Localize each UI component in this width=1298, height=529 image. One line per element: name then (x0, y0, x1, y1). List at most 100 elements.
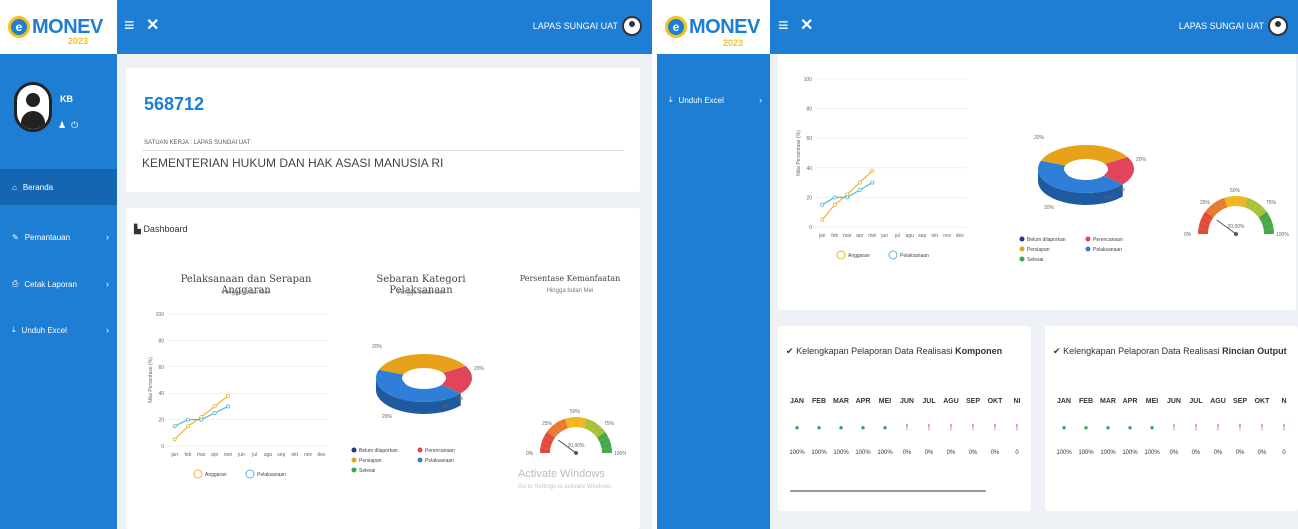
user-menu[interactable]: LAPAS SUNGAI UAT (1179, 16, 1288, 36)
home-icon: ⌂ (12, 182, 17, 192)
exclamation-icon: ! (1194, 422, 1198, 432)
legend-marker (1019, 256, 1025, 262)
percent-cell: 0% (1191, 450, 1201, 456)
legend-label: Belum dilaporkan (359, 448, 398, 454)
print-icon: ⎙ (12, 279, 19, 288)
check-circle-icon: ● (1127, 422, 1133, 432)
data-point (870, 168, 875, 173)
x-tick-label: okt (291, 452, 298, 458)
month-header: JUL (922, 397, 936, 405)
x-tick-label: apr (211, 452, 219, 458)
table-row: 100% 100% 100% 100% 100% 0% 0% 0% 0% 0% 0 (786, 440, 1028, 466)
legend-label: Persiapan (359, 458, 382, 464)
legend-label: Selesai (1027, 257, 1043, 263)
legend-label: Anggaran (848, 253, 870, 259)
profile-avatar-icon (14, 82, 52, 132)
sidebar-item-unduh-excel[interactable]: ⤓ Unduh Excel › (657, 82, 770, 118)
percent-cell: 0% (968, 450, 978, 456)
exclamation-icon: ! (905, 422, 909, 432)
sidebar-item-label: Unduh Excel (678, 95, 724, 105)
check-circle-icon: ✔ (1053, 346, 1061, 356)
status-cell: ● (1097, 423, 1119, 432)
x-tick-label: agu (264, 452, 273, 458)
hamburger-icon[interactable]: ≡ (124, 15, 135, 36)
table-row: JAN FEB MAR APR MEI JUN JUL AGU SEP OKT N (1053, 388, 1295, 414)
donut-chart: 20% 20% 20% 0% 0% Belum dilaporkan Perencanaan… (351, 344, 485, 474)
x-tick-label: jul (251, 452, 257, 458)
chevron-right-icon: › (106, 279, 109, 289)
legend-marker (1019, 236, 1025, 242)
komponen-table: JAN FEB MAR APR MEI JUN JUL AGU SEP OKT NI ● ● ● ● ●!!!… (786, 388, 1028, 466)
y-tick-label: 0 (161, 444, 164, 450)
dashboard-title: ▙ Dashboard (134, 224, 188, 234)
data-point (212, 404, 217, 409)
x-tick-label: des (317, 452, 326, 458)
percent-cell: 100% (1122, 450, 1138, 456)
x-tick-label: jan (818, 233, 826, 239)
logo-e-icon: e (665, 16, 687, 38)
gauge-pivot (1234, 232, 1238, 236)
horizontal-scrollbar[interactable] (790, 490, 986, 492)
profile-panel: KB ♟ ⏻ (0, 54, 117, 162)
x-tick-label: mar (197, 452, 206, 458)
month-header: FEB (812, 397, 826, 405)
exclamation-icon: ! (1260, 422, 1264, 432)
right-screenshot: e MONEV 2023 ≡ ✕ LAPAS SUNGAI UAT ⤓ Undu… (657, 0, 1298, 529)
exclamation-icon: ! (1238, 422, 1242, 432)
month-header: OKT (987, 397, 1003, 405)
month-header: MAR (833, 397, 849, 405)
percent-cell: 0% (946, 450, 956, 456)
slice-label: 20% (1136, 157, 1147, 163)
x-icon[interactable]: ✕ (800, 15, 813, 35)
x-tick-label: agu (906, 233, 915, 239)
month-header: MEI (1145, 397, 1159, 405)
user-icon[interactable]: ♟ (58, 120, 66, 130)
month-header: APR (855, 397, 871, 405)
line-chart: 0 20 40 60 80 100 jan feb mar apr mei jun jul agu sep o… (148, 312, 328, 479)
month-header: FEB (1079, 397, 1093, 405)
percent-cell: 0% (924, 450, 934, 456)
x-icon[interactable]: ✕ (146, 15, 159, 35)
data-point (226, 393, 231, 398)
power-icon[interactable]: ⏻ (71, 120, 78, 130)
x-tick-label: mei (868, 233, 876, 239)
status-cell: ! (984, 423, 1006, 432)
brand-year: 2023 (723, 38, 744, 48)
hamburger-icon[interactable]: ≡ (778, 15, 789, 36)
x-tick-label: mar (843, 233, 852, 239)
legend-label: Perencanaan (425, 448, 455, 454)
brand-logo[interactable]: e MONEV 2023 (0, 0, 117, 54)
percent-cell: 100% (1056, 450, 1072, 456)
legend-marker (836, 250, 846, 260)
status-cell: ● (1075, 423, 1097, 432)
month-header: AGU (943, 397, 959, 405)
satker-code: 568712 (144, 94, 205, 114)
legend-marker (351, 457, 357, 463)
user-menu[interactable]: LAPAS SUNGAI UAT (533, 16, 642, 36)
x-tick-label: nov (304, 452, 313, 458)
status-cell: ! (1185, 423, 1207, 432)
sidebar-item-beranda[interactable]: ⌂ Beranda (0, 169, 117, 205)
sidebar-item-cetak-laporan[interactable]: ⎙ Cetak Laporan › (0, 266, 117, 302)
x-tick-label: jan (170, 452, 178, 458)
data-point (820, 202, 825, 207)
top-navbar: e MONEV 2023 ≡ ✕ LAPAS SUNGAI UAT (657, 0, 1298, 54)
gauge-tick-label: 0% (1184, 232, 1192, 238)
y-tick-label: 60 (806, 136, 812, 142)
satker-info-card: 568712 SATUAN KERJA : LAPAS SUNGAI UAT K… (126, 68, 640, 192)
gauge-chart-subtitle: Hingga bulan Mei (546, 288, 594, 294)
gauge-tick-label: 50% (570, 409, 581, 415)
gauge-tick-label: 25% (542, 421, 553, 427)
sidebar-item-unduh-excel[interactable]: ⤓ Unduh Excel › (0, 312, 117, 348)
gauge-tick-label: 100% (1276, 232, 1289, 238)
brand-name: MONEV (32, 16, 103, 38)
status-cell: ● (1053, 423, 1075, 432)
percent-cell: 100% (855, 450, 871, 456)
sidebar-item-pemantauan[interactable]: ✎ Pemantauan › (0, 219, 117, 255)
data-point (199, 417, 204, 422)
dashboard-card: 0 20 40 60 80 100 jan feb mar apr mei jun jul agu sep o… (778, 54, 1296, 310)
brand-logo[interactable]: e MONEV 2023 (657, 0, 770, 54)
status-cell: ! (1251, 423, 1273, 432)
chevron-right-icon: › (106, 232, 109, 242)
rincian-card-title: ✔ Kelengkapan Pelaporan Data Realisasi R… (1053, 346, 1287, 356)
